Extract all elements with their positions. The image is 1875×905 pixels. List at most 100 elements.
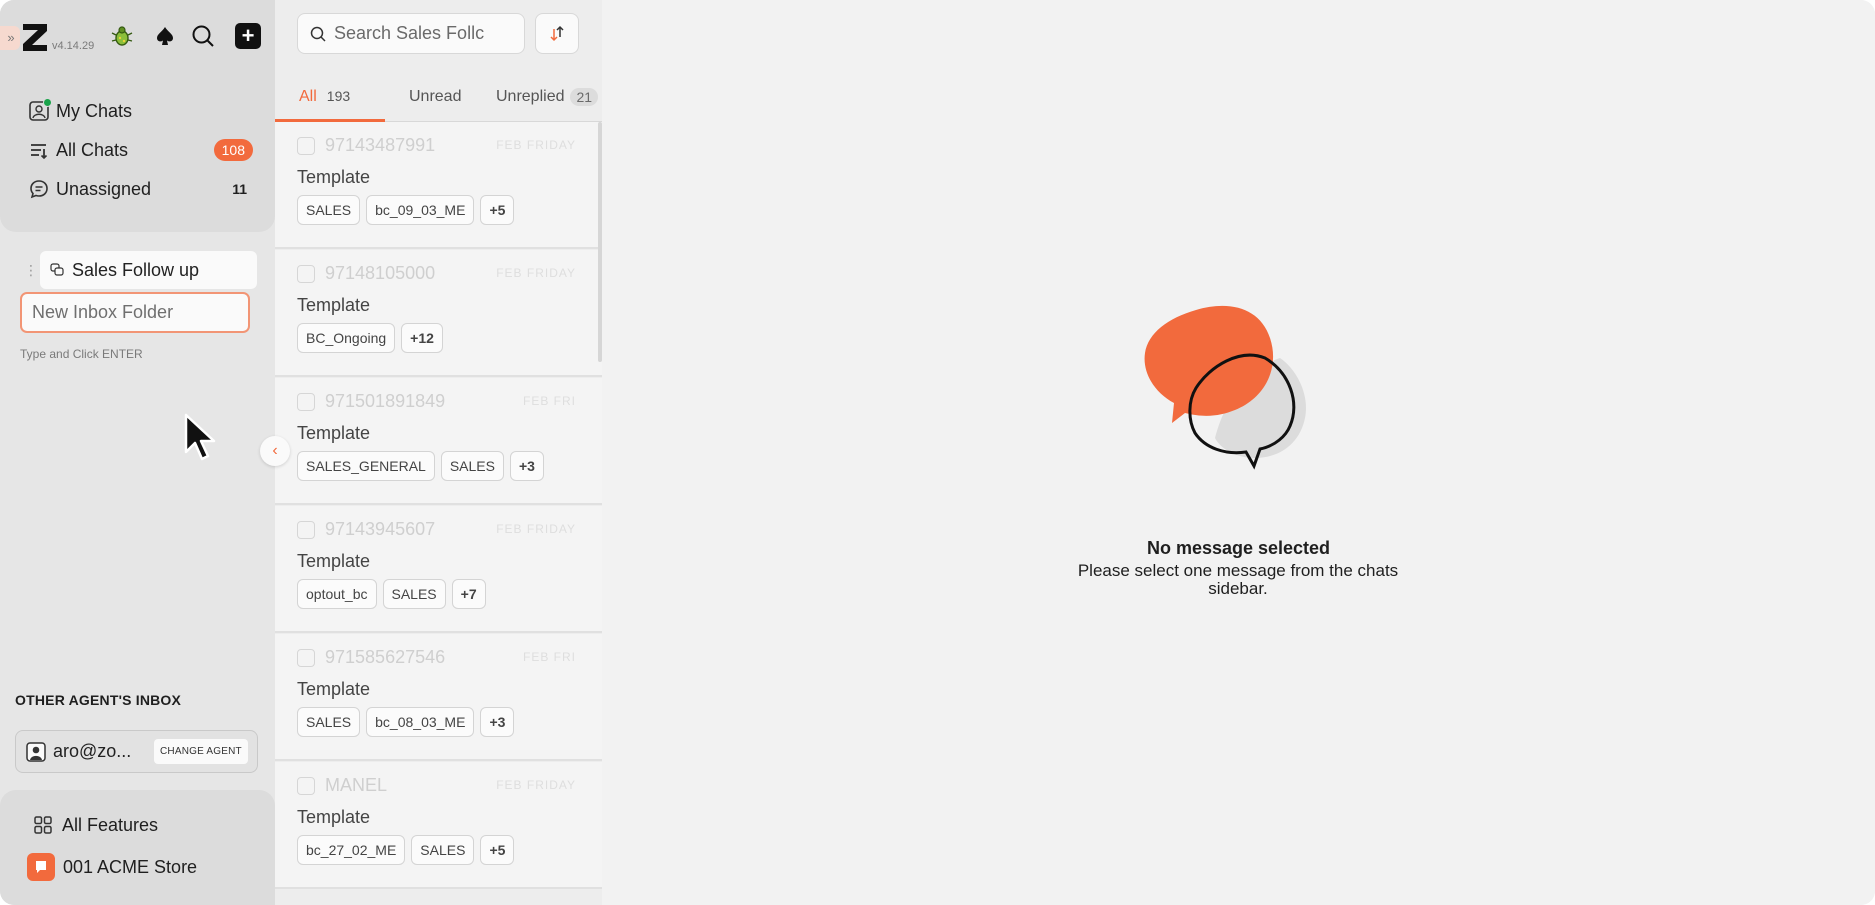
empty-state-description: Please select one message from the chats…	[1077, 561, 1399, 598]
chat-tag[interactable]: SALES	[297, 195, 361, 225]
sidebar: » v4.14.29 + My Chats All Chats 108 Unas…	[0, 0, 275, 905]
chat-preview: Template	[297, 807, 371, 827]
tab-label: All	[299, 88, 317, 105]
sidebar-bottom-panel	[0, 790, 275, 905]
plus-icon: +	[235, 23, 261, 49]
chat-contact: MANEL	[325, 775, 388, 795]
chat-bubble-icon	[28, 178, 50, 200]
chat-list-item[interactable]: 97148105000 FEB FRIDAY Template BC_Ongoing +…	[275, 250, 602, 377]
chat-tag[interactable]: SALES	[297, 707, 361, 737]
agent-avatar-icon	[26, 741, 46, 762]
change-agent-button[interactable]: CHANGE AGENT	[154, 739, 248, 764]
chat-tag[interactable]: +7	[451, 579, 486, 609]
chat-list-item[interactable]: 97143487991 FEB FRIDAY Template SALES bc_09_…	[275, 122, 602, 249]
nav-label: All Chats	[56, 139, 129, 160]
chat-tag[interactable]: SALES	[440, 451, 504, 481]
empty-chat-illustration-icon	[1144, 305, 1306, 470]
sort-button[interactable]	[535, 13, 579, 54]
collapse-sidebar-button[interactable]: ‹	[260, 436, 290, 466]
chat-time: FEB FRIDAY	[496, 138, 576, 152]
chat-tag[interactable]: SALES	[382, 579, 446, 609]
chat-tag[interactable]: bc_09_03_ME	[366, 195, 475, 225]
chat-tag[interactable]: optout_bc	[297, 579, 377, 609]
search-input[interactable]	[334, 23, 514, 44]
chat-bubbles-icon	[50, 263, 64, 277]
chat-contact: 97143487991	[325, 135, 436, 155]
contact-avatar-icon	[297, 393, 315, 411]
store-switcher[interactable]: 001 ACME Store	[27, 852, 197, 882]
chat-tag[interactable]: SALES	[411, 835, 475, 865]
user-chat-icon	[28, 98, 52, 122]
new-chat-button[interactable]: +	[234, 22, 262, 50]
inbox-folder-row[interactable]: ⋮⋮ Sales Follow up	[24, 251, 257, 289]
nav-label: Unassigned	[56, 178, 152, 199]
chat-preview: Template	[297, 551, 371, 571]
tab-unread[interactable]: Unread	[409, 78, 461, 122]
folder-label: Sales Follow up	[72, 259, 200, 280]
new-inbox-folder-input[interactable]	[20, 292, 250, 333]
store-icon	[27, 853, 55, 881]
chat-preview: Template	[297, 295, 371, 315]
conversation-panel: No message selected Please select one me…	[602, 0, 1875, 905]
drag-handle-icon[interactable]: ⋮⋮	[24, 262, 49, 279]
grid-icon	[32, 814, 54, 836]
sort-arrows-icon	[550, 25, 564, 41]
app-logo-icon[interactable]	[20, 20, 50, 54]
search-icon	[310, 26, 326, 42]
nav-my-chats[interactable]: My Chats	[28, 96, 253, 126]
chat-contact: 97143945607	[325, 519, 436, 539]
chat-tag[interactable]: bc_27_02_ME	[297, 835, 406, 865]
tab-all[interactable]: All 193	[299, 78, 350, 122]
unassigned-count: 11	[232, 181, 247, 197]
chat-tags: bc_27_02_ME SALES +5	[297, 835, 520, 865]
chat-contact: 971585627546	[325, 647, 446, 667]
search-icon[interactable]	[189, 22, 217, 50]
chat-tag[interactable]: SALES_GENERAL	[297, 451, 435, 481]
chat-list-panel: All 193 Unread Unreplied 21 97143487991 F…	[275, 0, 602, 905]
chat-list-item[interactable]: 97143945607 FEB FRIDAY Template optout_bc SA…	[275, 506, 602, 633]
nav-all-chats[interactable]: All Chats 108	[28, 135, 253, 165]
chat-tag[interactable]: BC_Ongoing	[297, 323, 396, 353]
chat-list-item[interactable]: 971501891849 FEB FRI Template SALES_GENERAL…	[275, 378, 602, 505]
chat-list-item[interactable]: MANEL FEB FRIDAY Template bc_27_02_ME SALES +…	[275, 762, 602, 889]
chat-contact: 971501891849	[325, 391, 446, 411]
new-folder-hint: Type and Click ENTER	[20, 347, 143, 361]
other-agents-title: OTHER AGENT'S INBOX	[15, 692, 182, 708]
agent-selector[interactable]: aro@zo... CHANGE AGENT	[15, 730, 258, 773]
tab-count: 21	[570, 88, 599, 106]
bottom-label: All Features	[62, 814, 159, 835]
chat-preview: Template	[297, 167, 371, 187]
tab-count: 193	[326, 88, 351, 104]
folder-sales-follow-up[interactable]: Sales Follow up	[40, 251, 257, 289]
chat-tags: optout_bc SALES +7	[297, 579, 492, 609]
app-window: » v4.14.29 + My Chats All Chats 108 Unas…	[0, 0, 1875, 905]
chat-search[interactable]	[297, 13, 525, 54]
app-version: v4.14.29	[52, 40, 95, 52]
nav-label: My Chats	[56, 100, 133, 121]
all-chats-count-badge: 108	[213, 139, 253, 161]
nav-unassigned[interactable]: Unassigned 11	[28, 174, 253, 204]
list-filter-icon	[28, 139, 50, 161]
online-status-dot	[43, 98, 52, 107]
chat-tag[interactable]: +5	[480, 195, 515, 225]
chat-tag[interactable]: +3	[509, 451, 544, 481]
chat-list-item[interactable]: 971585627546 FEB FRI Template SALES bc_08_03…	[275, 634, 602, 761]
spade-icon[interactable]	[151, 22, 179, 50]
expand-sidebar-button[interactable]: »	[0, 26, 20, 50]
contact-avatar-icon	[297, 777, 315, 795]
chat-tag[interactable]: +5	[480, 835, 515, 865]
chat-tag[interactable]: +12	[401, 323, 443, 353]
bug-icon[interactable]	[108, 22, 136, 50]
chat-tags: SALES_GENERAL SALES +3	[297, 451, 550, 481]
chat-tags: SALES bc_09_03_ME +5	[297, 195, 520, 225]
chat-time: FEB FRI	[522, 650, 576, 664]
chat-tag[interactable]: +3	[480, 707, 515, 737]
all-features-link[interactable]: All Features	[32, 810, 158, 840]
chat-tags: BC_Ongoing +12	[297, 323, 449, 353]
contact-avatar-icon	[297, 265, 315, 283]
chat-preview: Template	[297, 423, 371, 443]
empty-state-title: No message selected	[1146, 538, 1331, 558]
chat-tag[interactable]: bc_08_03_ME	[366, 707, 475, 737]
tab-label: Unread	[409, 88, 462, 105]
tab-unreplied[interactable]: Unreplied 21	[496, 78, 599, 122]
